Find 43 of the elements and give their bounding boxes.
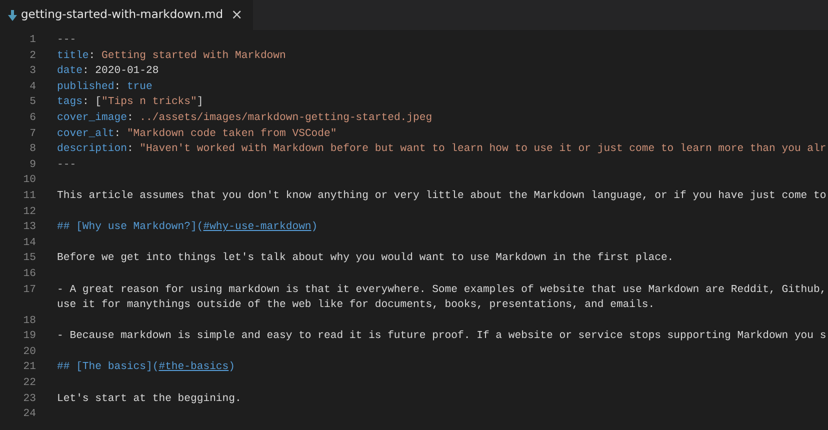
line-number: 5 xyxy=(28,95,36,110)
code-line: - A great reason for using markdown is that it everywhere. Some examples of website that use Markdown are Reddit, Github, xyxy=(57,282,826,298)
line-number: 15 xyxy=(22,251,36,266)
code-line: date: 2020-01-28 xyxy=(57,64,159,80)
line-number: 3 xyxy=(28,64,36,80)
code-line: ## [The basics](#the-basics) xyxy=(57,360,236,376)
line-number: 24 xyxy=(22,407,36,422)
line-number: 22 xyxy=(22,376,36,392)
code-line: Before we get into things let's talk about why you would want to use Markdown in the first place. xyxy=(57,251,674,266)
code-line: title: Getting started with Markdown xyxy=(57,48,286,64)
code-line: description: "Haven't worked with Markdown before but want to learn how to use it or just come to learn more than you alr xyxy=(57,142,826,158)
line-number: 4 xyxy=(28,80,36,95)
line-number: 12 xyxy=(22,204,36,220)
code-line: use it for manythings outside of the web like for documents, books, presentations, and emails. xyxy=(57,298,655,314)
file-tab[interactable]: getting-started-with-markdown.md × xyxy=(0,0,253,30)
code-line: published: true xyxy=(57,80,152,95)
line-number: 8 xyxy=(28,142,36,158)
code-line: cover_image: ../assets/images/markdown-getting-started.jpeg xyxy=(57,110,432,126)
code-line: cover_alt: "Markdown code taken from VSCode" xyxy=(57,126,337,142)
code-line: tags: ["Tips n tricks"] xyxy=(57,95,204,110)
line-number: 6 xyxy=(28,110,36,126)
code-line: Let's start at the beggining. xyxy=(57,392,242,407)
line-number: 18 xyxy=(22,314,36,329)
line-number: 23 xyxy=(22,392,36,407)
line-number: 7 xyxy=(28,126,36,142)
line-number: 16 xyxy=(22,266,36,282)
line-number: 20 xyxy=(22,344,36,360)
line-number: 1 xyxy=(28,33,36,48)
code-line: --- xyxy=(57,33,76,48)
code-line: --- xyxy=(57,158,76,173)
line-number: 14 xyxy=(22,236,36,251)
line-number: 2 xyxy=(28,48,36,64)
close-icon[interactable]: × xyxy=(231,8,243,22)
line-number: 10 xyxy=(22,173,36,188)
line-number: 17 xyxy=(22,282,36,298)
line-number: 19 xyxy=(22,329,36,344)
line-number: 9 xyxy=(28,158,36,173)
code-line: - Because markdown is simple and easy to read it is future proof. If a website or service stops supporting Markdown you s xyxy=(57,329,826,344)
line-number: 13 xyxy=(22,220,36,236)
code-line: ## [Why use Markdown?](#why-use-markdown) xyxy=(57,220,318,236)
line-number: 11 xyxy=(22,188,36,204)
code-line: This article assumes that you don't know anything or very little about the Markdown language, or if you have just come to xyxy=(57,188,826,204)
line-number: 21 xyxy=(22,360,36,376)
